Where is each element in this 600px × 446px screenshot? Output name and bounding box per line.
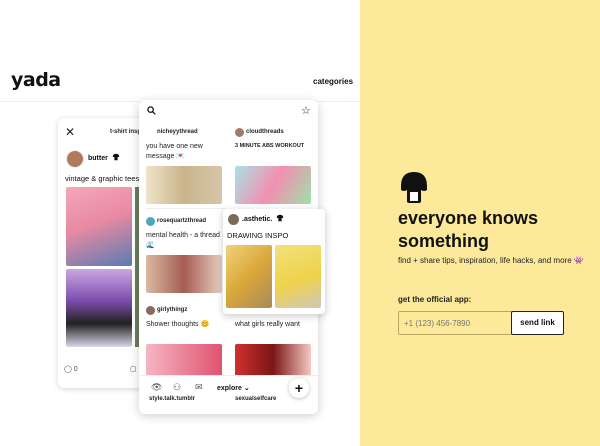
card-username: sexualselfcare	[235, 396, 277, 402]
thread-image	[66, 187, 132, 266]
categories-link[interactable]: categories	[313, 77, 353, 86]
thread-text: vintage & graphic tees	[65, 174, 140, 183]
popup-card: .asthetic. DRAWING INSPO	[223, 209, 325, 314]
get-app-label: get the official app:	[398, 295, 472, 304]
thread-phone-mockup: ✕ t-shirt insp butter vintage & graphic …	[58, 118, 148, 388]
popup-username: .asthetic.	[242, 216, 273, 223]
profile-icon[interactable]: ⚇	[173, 382, 181, 393]
eye-icon[interactable]: 👁	[151, 382, 162, 393]
card-text: Shower thoughts 😊	[146, 321, 210, 328]
avatar	[66, 150, 84, 168]
mushroom-icon	[112, 153, 120, 163]
avatar	[228, 214, 239, 225]
left-panel: yada categories ✕ t-shirt insp butter vi…	[0, 0, 360, 446]
popup-image	[275, 245, 321, 308]
add-button[interactable]: +	[289, 378, 309, 398]
divider	[146, 208, 226, 209]
card-image	[146, 344, 222, 378]
mushroom-mascot-icon	[398, 170, 430, 204]
card-text: you have one new message 💌	[146, 143, 203, 160]
explore-dropdown[interactable]: explore ⌄	[217, 384, 250, 392]
star-icon: ☆	[301, 105, 311, 117]
thread-title: t-shirt insp	[110, 129, 141, 135]
card-username: rosequartzthread	[157, 218, 207, 224]
card-image	[146, 255, 222, 293]
card-image	[146, 166, 222, 204]
card-text: 3 MINUTE ABS WORKOUT	[235, 143, 305, 149]
card-image	[235, 166, 311, 204]
comment-count: 0	[73, 366, 78, 373]
phone-number-input[interactable]	[398, 311, 512, 335]
close-icon: ✕	[65, 125, 76, 139]
card-username: girlythingz	[157, 307, 188, 313]
mushroom-icon	[276, 214, 284, 224]
search-icon	[147, 106, 156, 117]
card-text: what girls really want	[235, 321, 300, 328]
card-text: mental health - a thread 🌊	[146, 232, 220, 249]
bookmark-icon: ▢	[130, 366, 137, 373]
card-image	[235, 344, 311, 378]
card-username: nicheyythread	[157, 129, 198, 135]
chevron-down-icon: ⌄	[243, 385, 250, 392]
yada-logo[interactable]: yada	[11, 69, 61, 91]
avatar	[146, 306, 155, 315]
avatar	[235, 128, 244, 137]
send-link-button[interactable]: send link	[511, 311, 564, 335]
explore-label: explore	[217, 385, 242, 392]
card-username: style.talk.tumblr	[149, 396, 196, 402]
comment-icon: ◯ 0	[64, 366, 78, 373]
avatar	[146, 217, 155, 226]
card-username: cloudthreads	[246, 129, 284, 135]
thread-username: butter	[88, 155, 108, 162]
popup-text: DRAWING INSPO	[227, 231, 289, 240]
thread-image	[66, 269, 132, 347]
promo-headline: everyone knows something	[398, 208, 539, 251]
promo-subtitle: find + share tips, inspiration, life hac…	[398, 256, 584, 265]
promo-panel: everyone knows something find + share ti…	[360, 0, 600, 446]
popup-image	[226, 245, 272, 308]
inbox-icon[interactable]: ✉	[195, 382, 203, 393]
